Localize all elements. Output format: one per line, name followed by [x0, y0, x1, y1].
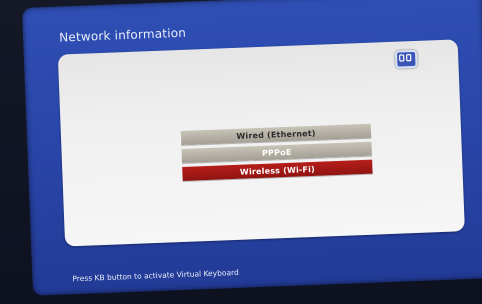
virtual-keyboard-hint: Press KB button to activate Virtual Keyb…	[72, 267, 239, 284]
virtual-keyboard-icon[interactable]	[394, 49, 418, 69]
keyboard-icon	[399, 54, 412, 62]
menu-item-wireless-wifi[interactable]: Wireless (Wi-Fi)	[182, 159, 373, 181]
page-title: Network information	[58, 25, 187, 45]
network-type-menu: Wired (Ethernet) PPPoE Wireless (Wi-Fi)	[180, 123, 373, 185]
network-information-screen: Network information Wired (Ethernet) PPP…	[22, 0, 482, 296]
